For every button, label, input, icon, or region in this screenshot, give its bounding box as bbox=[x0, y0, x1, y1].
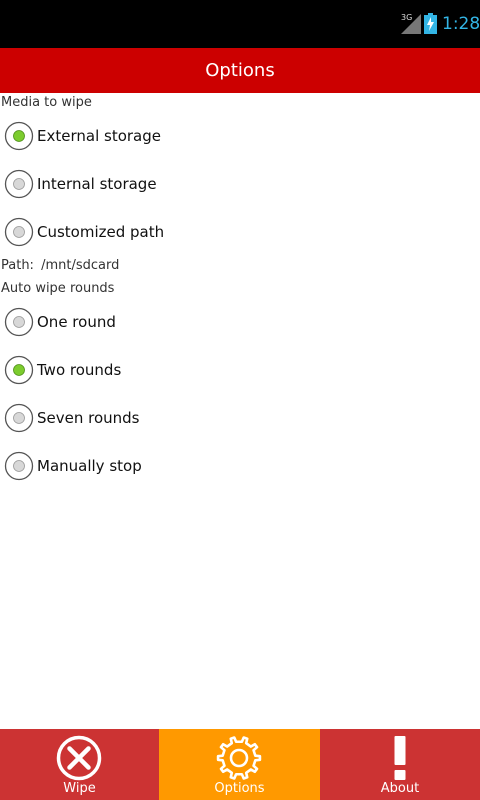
radio-button[interactable] bbox=[4, 355, 34, 385]
radio-one-round[interactable]: One round bbox=[0, 299, 480, 345]
media-section-label: Media to wipe bbox=[1, 95, 92, 110]
radio-label: Seven rounds bbox=[37, 409, 140, 427]
radio-manually-stop[interactable]: Manually stop bbox=[0, 443, 480, 489]
radio-two-rounds[interactable]: Two rounds bbox=[0, 347, 480, 393]
tab-wipe[interactable]: Wipe bbox=[0, 729, 159, 800]
path-display: Path: /mnt/sdcard bbox=[1, 258, 119, 274]
tab-label: Options bbox=[214, 781, 265, 796]
radio-internal-storage[interactable]: Internal storage bbox=[0, 161, 480, 207]
radio-dot bbox=[13, 412, 25, 424]
radio-button[interactable] bbox=[4, 451, 34, 481]
close-circle-icon bbox=[56, 735, 102, 781]
bottom-tab-bar: Wipe Options About bbox=[0, 729, 480, 800]
tab-options[interactable]: Options bbox=[159, 729, 320, 800]
radio-customized-path[interactable]: Customized path bbox=[0, 209, 480, 255]
exclamation-icon bbox=[394, 736, 406, 780]
radio-label: Two rounds bbox=[37, 361, 122, 379]
radio-button[interactable] bbox=[4, 217, 34, 247]
page-title: Options bbox=[205, 60, 275, 81]
radio-button[interactable] bbox=[4, 307, 34, 337]
title-bar: Options bbox=[0, 48, 480, 93]
tab-label: Wipe bbox=[63, 781, 96, 796]
battery-charging-icon bbox=[424, 13, 437, 34]
radio-label: External storage bbox=[37, 127, 161, 145]
radio-label: Customized path bbox=[37, 223, 165, 241]
network-type-label: 3G bbox=[401, 13, 413, 22]
radio-button[interactable] bbox=[4, 403, 34, 433]
radio-button[interactable] bbox=[4, 169, 34, 199]
radio-dot bbox=[13, 316, 25, 328]
radio-label: One round bbox=[37, 313, 116, 331]
radio-seven-rounds[interactable]: Seven rounds bbox=[0, 395, 480, 441]
rounds-section-label: Auto wipe rounds bbox=[1, 281, 115, 296]
gear-hub bbox=[229, 748, 249, 768]
radio-dot bbox=[13, 178, 25, 190]
tab-label: About bbox=[380, 781, 420, 796]
radio-dot bbox=[13, 460, 25, 472]
radio-button[interactable] bbox=[4, 121, 34, 151]
gear-icon bbox=[216, 736, 262, 780]
tab-about[interactable]: About bbox=[320, 729, 480, 800]
path-label: Path: bbox=[1, 258, 34, 273]
radio-dot bbox=[13, 130, 25, 142]
radio-dot bbox=[13, 226, 25, 238]
gear-outline bbox=[216, 736, 262, 780]
radio-label: Internal storage bbox=[37, 175, 157, 193]
radio-external-storage[interactable]: External storage bbox=[0, 113, 480, 159]
radio-dot bbox=[13, 364, 25, 376]
clock: 1:28 bbox=[442, 14, 480, 34]
radio-label: Manually stop bbox=[37, 457, 142, 475]
path-value: /mnt/sdcard bbox=[41, 258, 120, 273]
status-bar: 3G 1:28 bbox=[0, 0, 480, 48]
